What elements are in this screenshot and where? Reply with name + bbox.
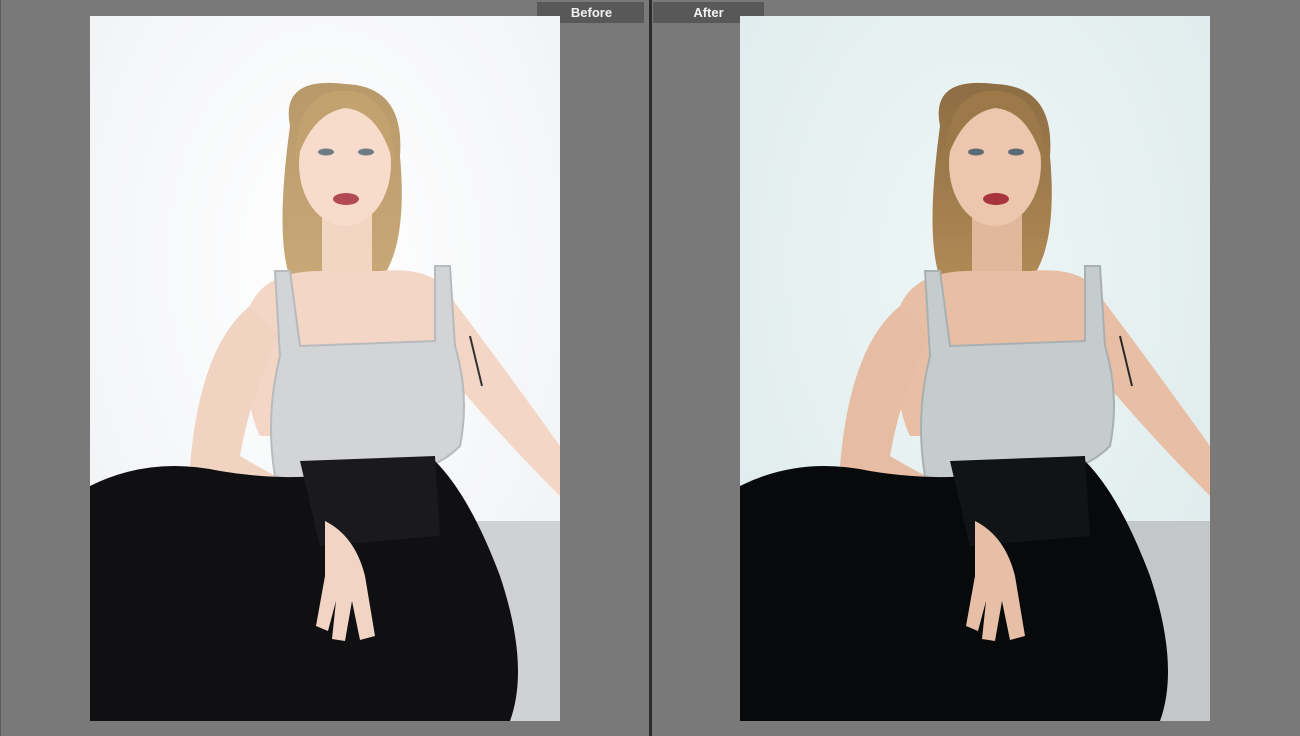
split-divider[interactable] [649,0,652,736]
after-photo [740,16,1210,721]
before-photo [90,16,560,721]
